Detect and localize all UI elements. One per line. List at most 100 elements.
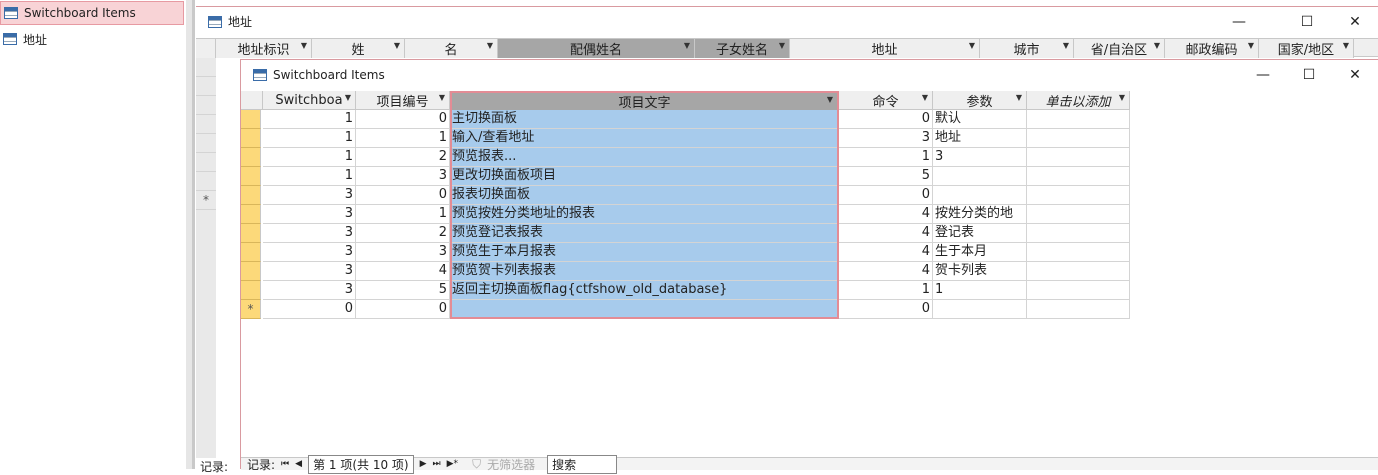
cell-argument[interactable] (933, 300, 1027, 319)
row-selector[interactable] (241, 281, 261, 300)
new-record-marker[interactable]: * (196, 191, 216, 210)
cell-item-number[interactable]: 2 (356, 148, 450, 167)
nav-item-address[interactable]: 地址 (0, 27, 184, 51)
cell-command[interactable]: 4 (839, 262, 933, 281)
filter-icon[interactable]: ⛉ (472, 457, 481, 472)
cell-switchboard-id[interactable]: 1 (263, 148, 356, 167)
cell-item-text[interactable]: 报表切换面板 (450, 186, 839, 205)
column-header[interactable]: 姓 ▼ (312, 39, 405, 58)
dropdown-arrow-icon[interactable]: ▼ (1016, 93, 1022, 102)
cell-command[interactable]: 1 (839, 281, 933, 300)
cell-switchboard-id[interactable]: 1 (263, 110, 356, 129)
cell-item-number[interactable]: 1 (356, 205, 450, 224)
cell-empty[interactable] (1027, 243, 1130, 262)
cell-switchboard-id[interactable]: 0 (263, 300, 356, 319)
row-selector[interactable] (196, 115, 216, 134)
cell-argument[interactable]: 按姓分类的地 (933, 205, 1027, 224)
column-header[interactable]: 名 ▼ (405, 39, 498, 58)
dropdown-arrow-icon[interactable]: ▼ (922, 93, 928, 102)
cell-empty[interactable] (1027, 262, 1130, 281)
close-icon[interactable]: ✕ (1332, 60, 1378, 90)
cell-switchboard-id[interactable]: 1 (263, 129, 356, 148)
close-icon[interactable]: ✕ (1332, 7, 1378, 36)
dropdown-arrow-icon[interactable]: ▼ (684, 41, 690, 50)
column-header[interactable]: 国家/地区 ▼ (1259, 39, 1354, 58)
cell-item-number[interactable]: 1 (356, 129, 450, 148)
cell-command[interactable]: 0 (839, 186, 933, 205)
previous-record-icon[interactable]: ◀ (295, 459, 302, 469)
cell-empty[interactable] (1027, 110, 1130, 129)
select-all-corner[interactable] (196, 39, 216, 58)
cell-item-text[interactable] (450, 300, 839, 319)
cell-item-text[interactable]: 更改切换面板项目 (450, 167, 839, 186)
cell-switchboard-id[interactable]: 3 (263, 281, 356, 300)
cell-argument[interactable]: 登记表 (933, 224, 1027, 243)
nav-item-switchboard-items[interactable]: Switchboard Items (0, 1, 184, 25)
last-record-icon[interactable]: ⏭ (433, 459, 441, 469)
cell-command[interactable]: 4 (839, 243, 933, 262)
cell-empty[interactable] (1027, 300, 1130, 319)
row-selector[interactable] (196, 77, 216, 96)
column-header[interactable]: 地址标识 ▼ (216, 39, 312, 58)
cell-empty[interactable] (1027, 281, 1130, 300)
cell-argument[interactable]: 生于本月 (933, 243, 1027, 262)
dropdown-arrow-icon[interactable]: ▼ (487, 41, 493, 50)
column-header[interactable]: 项目编号 ▼ (356, 91, 450, 110)
minimize-icon[interactable]: — (1240, 60, 1286, 90)
new-record-icon[interactable]: ▶* (447, 459, 458, 469)
column-header[interactable]: 邮政编码 ▼ (1165, 39, 1259, 58)
row-selector[interactable] (241, 224, 261, 243)
cell-item-number[interactable]: 5 (356, 281, 450, 300)
dropdown-arrow-icon[interactable]: ▼ (345, 93, 351, 102)
row-selector[interactable] (241, 129, 261, 148)
cell-command[interactable]: 3 (839, 129, 933, 148)
cell-switchboard-id[interactable]: 3 (263, 262, 356, 281)
cell-item-text[interactable]: 预览生于本月报表 (450, 243, 839, 262)
row-selector[interactable] (241, 205, 261, 224)
column-header-selected[interactable]: 项目文字 ▼ (450, 91, 839, 110)
dropdown-arrow-icon[interactable]: ▼ (439, 93, 445, 102)
cell-command[interactable]: 0 (839, 110, 933, 129)
cell-switchboard-id[interactable]: 1 (263, 167, 356, 186)
cell-argument[interactable]: 3 (933, 148, 1027, 167)
cell-argument[interactable] (933, 186, 1027, 205)
row-selector[interactable] (241, 186, 261, 205)
cell-item-number[interactable]: 0 (356, 186, 450, 205)
dropdown-arrow-icon[interactable]: ▼ (1063, 41, 1069, 50)
maximize-icon[interactable]: ☐ (1286, 60, 1332, 90)
dropdown-arrow-icon[interactable]: ▼ (969, 41, 975, 50)
cell-switchboard-id[interactable]: 3 (263, 186, 356, 205)
cell-empty[interactable] (1027, 129, 1130, 148)
column-header[interactable]: 城市 ▼ (980, 39, 1074, 58)
cell-switchboard-id[interactable]: 3 (263, 205, 356, 224)
dropdown-arrow-icon[interactable]: ▼ (1248, 41, 1254, 50)
first-record-icon[interactable]: ⏮ (281, 459, 289, 469)
cell-item-number[interactable]: 3 (356, 243, 450, 262)
row-selector[interactable] (241, 243, 261, 262)
cell-switchboard-id[interactable]: 3 (263, 243, 356, 262)
cell-item-text[interactable]: 返回主切换面板flag{ctfshow_old_database} (450, 281, 839, 300)
cell-empty[interactable] (1027, 205, 1130, 224)
cell-empty[interactable] (1027, 148, 1130, 167)
cell-command[interactable]: 4 (839, 205, 933, 224)
column-header[interactable]: 命令 ▼ (839, 91, 933, 110)
cell-argument[interactable]: 地址 (933, 129, 1027, 148)
filter-status[interactable]: 无筛选器 (487, 456, 535, 473)
column-header[interactable]: 配偶姓名 ▼ (498, 39, 695, 58)
column-header[interactable]: Switchboa ▼ (263, 91, 356, 110)
row-selector[interactable] (241, 262, 261, 281)
dropdown-arrow-icon[interactable]: ▼ (779, 41, 785, 50)
column-header[interactable]: 地址 ▼ (790, 39, 980, 58)
cell-item-text[interactable]: 预览报表... (450, 148, 839, 167)
cell-item-number[interactable]: 4 (356, 262, 450, 281)
cell-item-text[interactable]: 预览贺卡列表报表 (450, 262, 839, 281)
row-selector[interactable] (196, 172, 216, 191)
row-selector[interactable] (196, 58, 216, 77)
click-to-add-column[interactable]: 单击以添加 ▼ (1027, 91, 1130, 110)
dropdown-arrow-icon[interactable]: ▼ (1119, 93, 1125, 102)
cell-item-text[interactable]: 输入/查看地址 (450, 129, 839, 148)
row-selector[interactable] (241, 110, 261, 129)
row-selector[interactable] (196, 134, 216, 153)
maximize-icon[interactable]: ☐ (1284, 7, 1330, 36)
column-header[interactable]: 子女姓名 ▼ (695, 39, 790, 58)
